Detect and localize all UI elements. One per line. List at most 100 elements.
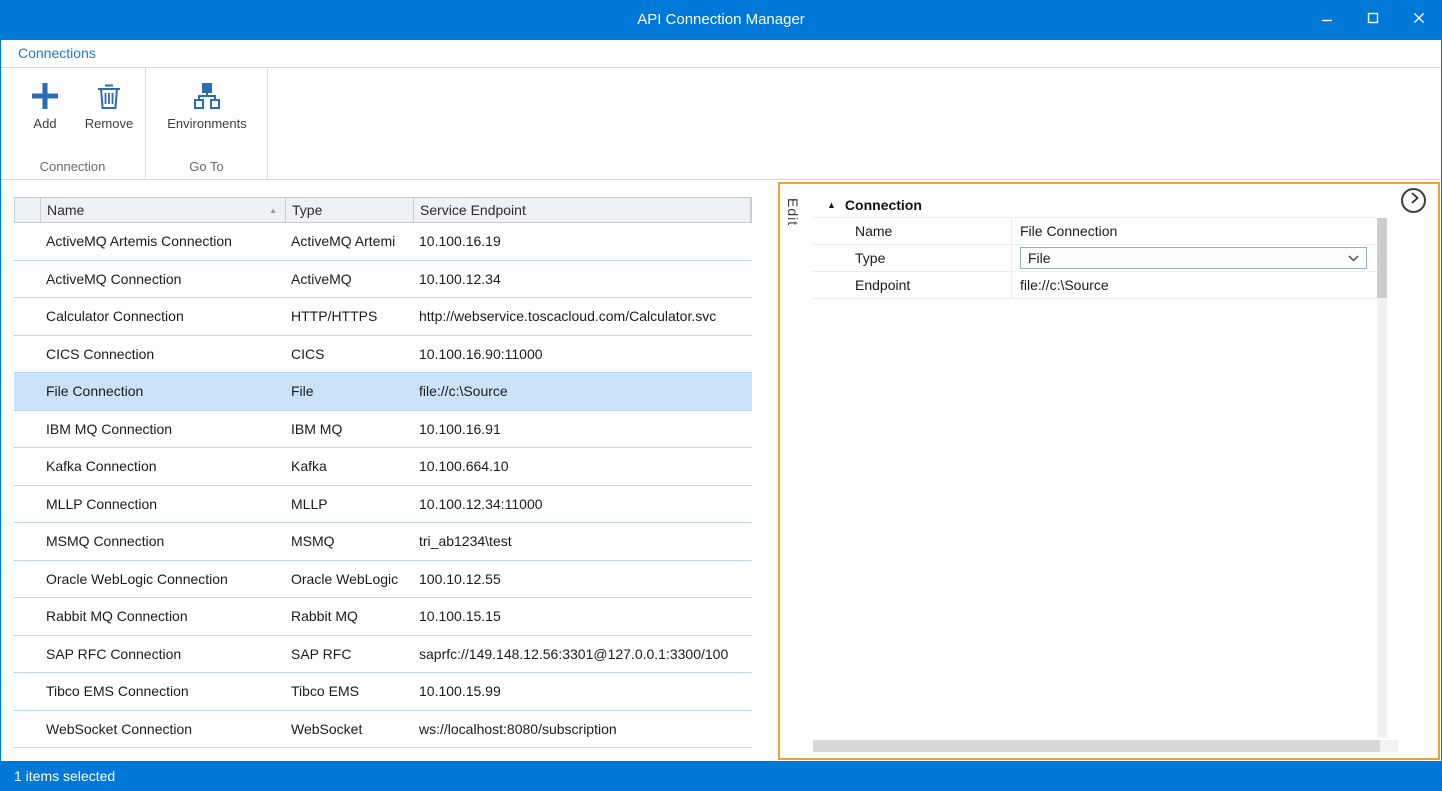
- plus-icon: [29, 78, 61, 114]
- cell-type: ActiveMQ Artemi: [285, 223, 413, 260]
- endpoint-field[interactable]: file://c:\Source: [1012, 272, 1377, 298]
- group-label-goto: Go To: [146, 159, 267, 174]
- table-row[interactable]: Tibco EMS Connection Tibco EMS 10.100.15…: [14, 673, 752, 711]
- cell-endpoint: 10.100.15.99: [413, 673, 752, 710]
- cell-endpoint: 10.100.664.10: [413, 448, 752, 485]
- cell-type: HTTP/HTTPS: [285, 298, 413, 335]
- table-row[interactable]: Kafka Connection Kafka 10.100.664.10: [14, 448, 752, 486]
- table-row[interactable]: ActiveMQ Artemis Connection ActiveMQ Art…: [14, 223, 752, 261]
- vertical-scrollbar-thumb[interactable]: [1377, 218, 1387, 298]
- cell-name: Kafka Connection: [40, 448, 285, 485]
- add-button-label: Add: [33, 116, 56, 131]
- ribbon-group-goto: Environments Go To: [146, 68, 268, 179]
- sort-asc-icon: ▲: [269, 206, 277, 215]
- table-row[interactable]: IBM MQ Connection IBM MQ 10.100.16.91: [14, 411, 752, 449]
- status-bar: 1 items selected: [0, 761, 1442, 791]
- table-row[interactable]: MLLP Connection MLLP 10.100.12.34:11000: [14, 486, 752, 524]
- property-group-header[interactable]: ▲ Connection: [813, 192, 1377, 218]
- cell-name: MSMQ Connection: [40, 523, 285, 560]
- table-row[interactable]: CICS Connection CICS 10.100.16.90:11000: [14, 336, 752, 374]
- group-label-connection: Connection: [0, 159, 145, 174]
- status-text: 1 items selected: [14, 768, 115, 784]
- cell-endpoint: 10.100.16.91: [413, 411, 752, 448]
- type-select-value: File: [1028, 250, 1051, 266]
- column-header-name[interactable]: Name ▲: [41, 198, 286, 222]
- header-indicator-cell: [15, 198, 41, 222]
- table-row[interactable]: MSMQ Connection MSMQ tri_ab1234\test: [14, 523, 752, 561]
- cell-name: IBM MQ Connection: [40, 411, 285, 448]
- ribbon-tab-strip: Connections: [0, 40, 1442, 68]
- table-body: ActiveMQ Artemis Connection ActiveMQ Art…: [14, 223, 752, 748]
- window-title: API Connection Manager: [0, 0, 1442, 40]
- column-header-endpoint[interactable]: Service Endpoint: [414, 198, 751, 222]
- window-controls: [1304, 0, 1442, 40]
- cell-type: MLLP: [285, 486, 413, 523]
- cell-type: File: [285, 373, 413, 410]
- cell-name: Rabbit MQ Connection: [40, 598, 285, 635]
- column-header-name-label: Name: [47, 202, 84, 218]
- close-icon: [1413, 11, 1425, 29]
- horizontal-scrollbar[interactable]: [813, 740, 1398, 752]
- column-header-type[interactable]: Type: [286, 198, 414, 222]
- cell-type: Rabbit MQ: [285, 598, 413, 635]
- cell-name: ActiveMQ Connection: [40, 261, 285, 298]
- cell-endpoint: file://c:\Source: [413, 373, 752, 410]
- add-button[interactable]: Add: [13, 78, 77, 131]
- field-label-name: Name: [813, 218, 1012, 244]
- vertical-scrollbar[interactable]: [1377, 218, 1387, 738]
- table-header: Name ▲ Type Service Endpoint: [14, 197, 752, 223]
- cell-endpoint: 10.100.15.15: [413, 598, 752, 635]
- expander-icon: ▲: [827, 200, 836, 210]
- tab-connections[interactable]: Connections: [18, 40, 96, 66]
- property-row-type: Type File: [813, 245, 1377, 272]
- close-button[interactable]: [1396, 0, 1442, 40]
- horizontal-scrollbar-thumb[interactable]: [813, 740, 1380, 752]
- property-row-endpoint: Endpoint file://c:\Source: [813, 272, 1377, 299]
- cell-endpoint: 10.100.12.34:11000: [413, 486, 752, 523]
- cell-endpoint: ws://localhost:8080/subscription: [413, 711, 752, 748]
- cell-endpoint: tri_ab1234\test: [413, 523, 752, 560]
- property-group-title: Connection: [845, 197, 922, 213]
- cell-type: WebSocket: [285, 711, 413, 748]
- table-row[interactable]: Oracle WebLogic Connection Oracle WebLog…: [14, 561, 752, 599]
- table-row[interactable]: WebSocket Connection WebSocket ws://loca…: [14, 711, 752, 749]
- cell-type: Kafka: [285, 448, 413, 485]
- maximize-button[interactable]: [1350, 0, 1396, 40]
- chevron-down-icon: [1348, 255, 1359, 262]
- remove-button[interactable]: Remove: [77, 78, 141, 131]
- remove-button-label: Remove: [85, 116, 133, 131]
- cell-name: File Connection: [40, 373, 285, 410]
- type-field-cell: File: [1012, 245, 1377, 271]
- type-select[interactable]: File: [1020, 247, 1367, 269]
- cell-endpoint: 10.100.12.34: [413, 261, 752, 298]
- table-row[interactable]: SAP RFC Connection SAP RFC saprfc://149.…: [14, 636, 752, 674]
- cell-name: Oracle WebLogic Connection: [40, 561, 285, 598]
- cell-type: SAP RFC: [285, 636, 413, 673]
- minimize-button[interactable]: [1304, 0, 1350, 40]
- property-grid: ▲ Connection Name File Connection Type F…: [813, 192, 1377, 299]
- ribbon-group-connection: Add Remove Connection: [0, 68, 146, 179]
- cell-name: Calculator Connection: [40, 298, 285, 335]
- collapse-panel-button[interactable]: [1401, 188, 1426, 213]
- cell-type: IBM MQ: [285, 411, 413, 448]
- environments-button[interactable]: Environments: [154, 78, 260, 131]
- cell-name: Tibco EMS Connection: [40, 673, 285, 710]
- edit-tab[interactable]: Edit: [785, 198, 801, 226]
- title-bar: API Connection Manager: [0, 0, 1442, 40]
- table-row[interactable]: Calculator Connection HTTP/HTTPS http://…: [14, 298, 752, 336]
- edit-panel: Edit ▲ Connection Name File Connection T…: [778, 182, 1440, 760]
- cell-endpoint: 10.100.16.90:11000: [413, 336, 752, 373]
- chevron-right-icon: [1408, 191, 1420, 210]
- cell-endpoint: saprfc://149.148.12.56:3301@127.0.0.1:33…: [413, 636, 752, 673]
- environments-icon: [192, 78, 222, 114]
- environments-button-label: Environments: [167, 116, 246, 131]
- table-row[interactable]: Rabbit MQ Connection Rabbit MQ 10.100.15…: [14, 598, 752, 636]
- cell-name: CICS Connection: [40, 336, 285, 373]
- name-field[interactable]: File Connection: [1012, 218, 1377, 244]
- table-row[interactable]: File Connection File file://c:\Source: [14, 373, 752, 411]
- cell-type: MSMQ: [285, 523, 413, 560]
- cell-name: WebSocket Connection: [40, 711, 285, 748]
- cell-name: ActiveMQ Artemis Connection: [40, 223, 285, 260]
- table-row[interactable]: ActiveMQ Connection ActiveMQ 10.100.12.3…: [14, 261, 752, 299]
- cell-type: ActiveMQ: [285, 261, 413, 298]
